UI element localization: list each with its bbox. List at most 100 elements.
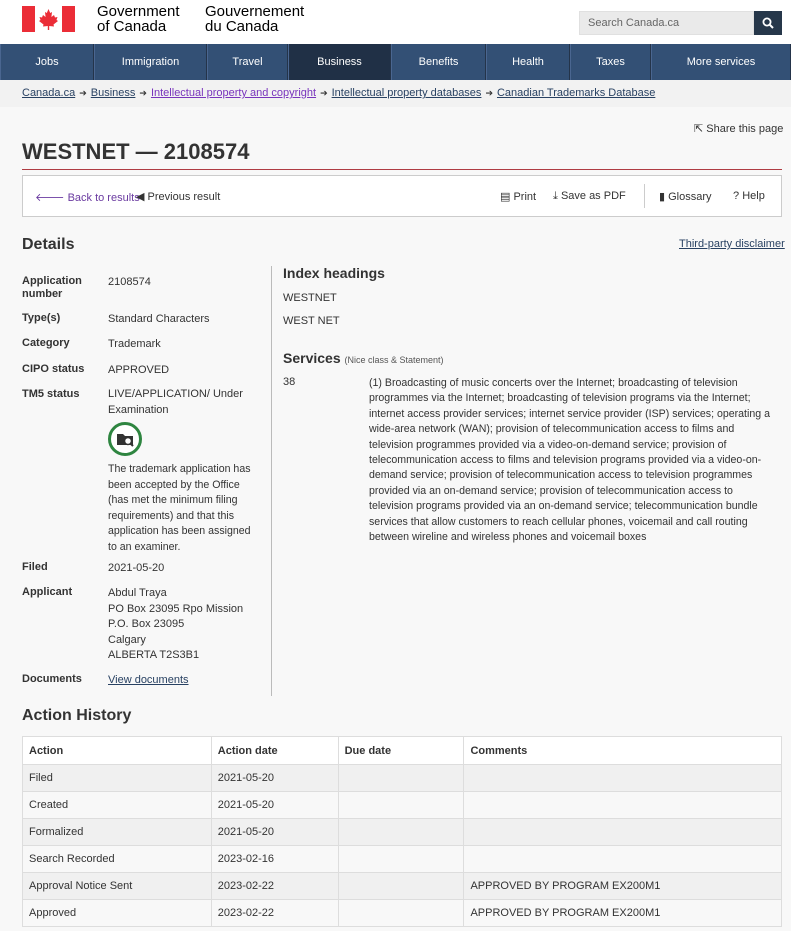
pdf-label: Save as PDF	[560, 190, 626, 202]
menu-item-business[interactable]: Business	[288, 44, 391, 80]
column-header: Due date	[337, 736, 465, 765]
nice-class: 38	[283, 376, 296, 388]
tm5-status-text: LIVE/APPLICATION/ Under Examination	[108, 388, 243, 416]
menu-item-jobs[interactable]: Jobs	[0, 44, 94, 80]
table-cell	[463, 845, 782, 873]
menu-item-immigration[interactable]: Immigration	[94, 44, 207, 80]
search-input[interactable]: Search Canada.ca	[579, 11, 754, 35]
page-title: WESTNET — 2108574	[22, 139, 250, 164]
signature-line: Gouvernement	[205, 3, 305, 20]
table-cell: Search Recorded	[22, 845, 212, 873]
menu-item-travel[interactable]: Travel	[207, 44, 288, 80]
breadcrumb: Canada.ca ➔ Business ➔ Intellectual property…	[0, 80, 791, 107]
previous-result-button[interactable]: ◀ Previous result	[136, 190, 220, 203]
main-menu: Jobs Immigration Travel Business Benefit…	[0, 44, 791, 80]
help-button[interactable]: ? Help	[733, 190, 765, 202]
details-heading: Details	[22, 236, 75, 253]
toolbar-divider	[644, 184, 645, 208]
save-pdf-button[interactable]: ⤓ Save as PDF	[553, 190, 626, 203]
detail-value: 2108574	[108, 276, 151, 288]
signature-english: Government of Canada	[97, 4, 180, 34]
table-cell: Created	[22, 791, 212, 819]
examination-folder-icon	[108, 422, 142, 456]
back-label: Back to results	[67, 192, 140, 204]
circle-arrow-left-icon: ◀	[136, 191, 145, 203]
arrow-right-icon: ➔	[79, 88, 87, 98]
download-icon: ⤓	[553, 190, 558, 202]
view-documents-link[interactable]: View documents	[108, 673, 258, 689]
applicant-line: Calgary	[108, 633, 146, 646]
column-header: Action date	[210, 736, 339, 765]
breadcrumb-link[interactable]: Intellectual property and copyright	[151, 87, 316, 99]
table-cell	[337, 764, 465, 792]
table-cell: 2021-05-20	[210, 764, 339, 792]
menu-item-more-services[interactable]: More services	[651, 44, 791, 80]
detail-value: Abdul Traya PO Box 23095 Rpo Mission P.O…	[108, 586, 258, 664]
main-content: ⇱ Share this page WESTNET — 2108574 🡐 Ba…	[0, 107, 791, 931]
action-history-table: Action Action date Due date Comments Fil…	[22, 736, 782, 927]
table-row: Search Recorded 2023-02-16	[22, 845, 782, 873]
breadcrumb-link[interactable]: Business	[91, 87, 136, 99]
site-header: Government of Canada Gouvernement du Can…	[0, 0, 791, 44]
menu-item-health[interactable]: Health	[486, 44, 570, 80]
breadcrumb-link[interactable]: Canada.ca	[22, 87, 75, 99]
share-button[interactable]: ⇱ Share this page	[694, 122, 783, 135]
column-divider	[271, 266, 272, 696]
table-cell: Approved	[22, 899, 212, 927]
table-cell	[337, 899, 465, 927]
signature-line: of Canada	[97, 18, 167, 35]
table-cell: 2021-05-20	[210, 791, 339, 819]
table-header-row: Action Action date Due date Comments	[22, 736, 782, 765]
column-header: Comments	[463, 736, 782, 765]
table-row: Filed 2021-05-20	[22, 764, 782, 792]
signature-line: Government	[97, 3, 180, 20]
help-label: Help	[742, 190, 765, 202]
arrow-right-icon: ➔	[485, 88, 493, 98]
table-cell	[337, 845, 465, 873]
table-cell	[463, 818, 782, 846]
table-cell: 2023-02-22	[210, 899, 339, 927]
third-party-disclaimer-link[interactable]: Third-party disclaimer	[679, 238, 785, 250]
glossary-button[interactable]: ▮ Glossary	[659, 190, 712, 203]
title-underline	[22, 169, 782, 170]
table-cell: Formalized	[22, 818, 212, 846]
index-heading-item: WESTNET	[283, 292, 337, 304]
print-button[interactable]: ▤ Print	[500, 190, 536, 203]
table-cell: APPROVED BY PROGRAM EX200M1	[463, 899, 782, 927]
printer-icon: ▤	[500, 191, 511, 203]
detail-value: 2021-05-20	[108, 562, 165, 574]
action-history-heading: Action History	[22, 707, 132, 724]
applicant-line: PO Box 23095 Rpo Mission	[108, 602, 244, 615]
table-cell: 2023-02-16	[210, 845, 339, 873]
menu-item-taxes[interactable]: Taxes	[570, 44, 651, 80]
arrow-right-icon: ➔	[139, 88, 147, 98]
breadcrumb-link[interactable]: Canadian Trademarks Database	[497, 87, 655, 99]
detail-label: TM5 status	[22, 388, 80, 400]
detail-value: Trademark	[108, 338, 161, 350]
menu-item-benefits[interactable]: Benefits	[391, 44, 486, 80]
detail-label: Category	[22, 337, 70, 349]
search-icon	[762, 17, 774, 29]
detail-value: Standard Characters	[108, 313, 210, 325]
services-subtitle: (Nice class & Statement)	[344, 355, 444, 365]
table-row: Formalized 2021-05-20	[22, 818, 782, 846]
print-label: Print	[513, 191, 537, 203]
applicant-line: Abdul Traya	[108, 587, 167, 599]
services-title: Services	[283, 350, 341, 366]
index-heading-item: WEST NET	[283, 315, 340, 327]
detail-value: LIVE/APPLICATION/ Under Examination The …	[108, 387, 258, 555]
breadcrumb-link[interactable]: Intellectual property databases	[332, 87, 482, 99]
canada-flag-icon[interactable]	[22, 6, 75, 32]
signature-line: du Canada	[205, 18, 279, 35]
applicant-line: ALBERTA T2S3B1	[108, 649, 200, 661]
table-cell: 2023-02-22	[210, 872, 339, 900]
arrow-left-icon: 🡐	[35, 192, 65, 204]
back-to-results-button[interactable]: 🡐 Back to results	[35, 190, 140, 204]
applicant-line: P.O. Box 23095	[108, 618, 185, 630]
table-cell: APPROVED BY PROGRAM EX200M1	[463, 872, 782, 900]
detail-label: Type(s)	[22, 312, 61, 324]
detail-label: Documents	[22, 673, 82, 685]
table-cell	[337, 818, 465, 846]
search-button[interactable]	[754, 11, 782, 35]
table-row: Approval Notice Sent 2023-02-22 APPROVED…	[22, 872, 782, 900]
